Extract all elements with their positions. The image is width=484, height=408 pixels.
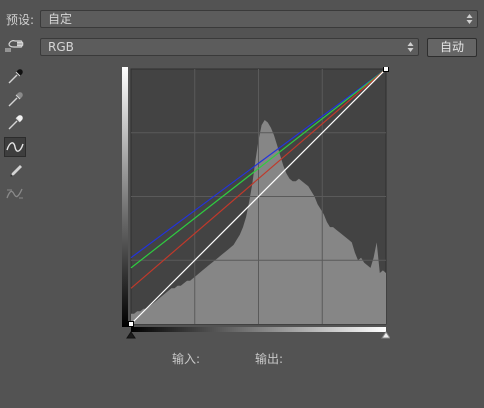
preset-label: 预设: (6, 13, 35, 27)
preset-select[interactable]: 自定 (40, 10, 478, 28)
sample-white-point-eyedropper-icon[interactable] (4, 112, 26, 132)
white-point-slider (381, 331, 390, 339)
curves-graph[interactable] (122, 67, 390, 339)
select-arrows-icon (407, 42, 414, 52)
edit-points-curve-icon[interactable] (4, 137, 26, 157)
preset-select-value: 自定 (48, 12, 73, 26)
output-label: 输出: (255, 352, 284, 366)
auto-button[interactable]: 自动 (427, 38, 477, 57)
curve-point-black (128, 321, 134, 327)
sample-black-point-eyedropper-icon[interactable] (4, 66, 26, 86)
output-gradient-bar (122, 67, 128, 327)
channel-select-value: RGB (48, 40, 74, 54)
smooth-curve-icon[interactable] (4, 184, 26, 204)
channel-select[interactable]: RGB (40, 38, 419, 56)
sample-gray-point-eyedropper-icon[interactable] (4, 89, 26, 109)
input-gradient-bar (131, 327, 386, 332)
input-label: 输入: (172, 352, 201, 366)
curve-point-white (383, 67, 389, 72)
draw-pencil-icon[interactable] (4, 161, 26, 181)
black-point-slider (126, 331, 136, 339)
targeted-adjustment-hand-icon[interactable] (4, 36, 26, 56)
select-arrows-icon (466, 14, 473, 24)
